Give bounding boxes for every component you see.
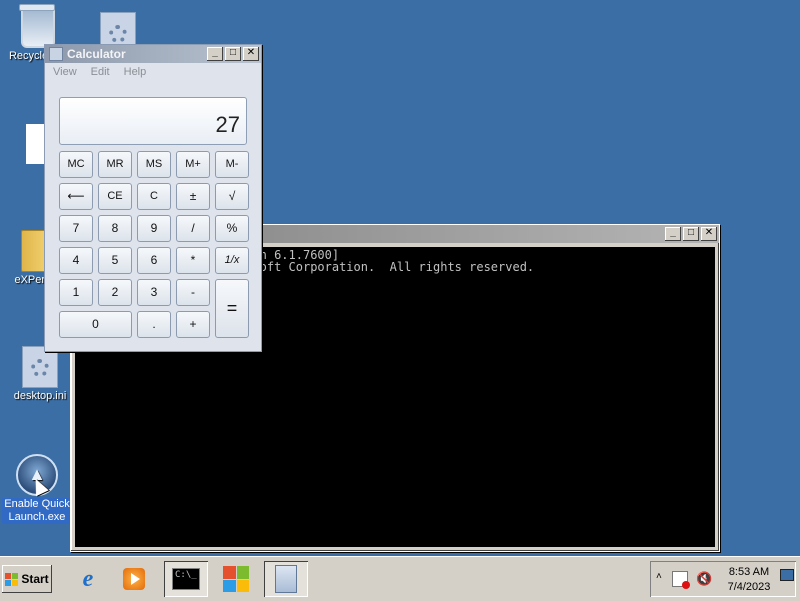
internet-explorer-icon: e <box>82 565 94 592</box>
recycle-bin-icon <box>19 4 55 48</box>
minimize-button[interactable]: _ <box>207 47 223 61</box>
start-label: Start <box>21 572 49 586</box>
taskbar-media-player[interactable] <box>112 561 156 597</box>
digit-8-button[interactable]: 8 <box>98 215 132 242</box>
digit-6-button[interactable]: 6 <box>137 247 171 274</box>
show-desktop-icon[interactable] <box>780 569 794 581</box>
menu-edit[interactable]: Edit <box>91 66 110 78</box>
windows-flag-icon <box>5 572 19 586</box>
clock[interactable]: 8:53 AM 7/4/2023 <box>720 565 778 595</box>
menu-view[interactable]: View <box>53 66 77 78</box>
show-hidden-icons-icon[interactable]: ˄ <box>656 571 662 582</box>
close-button[interactable]: ✕ <box>243 47 259 61</box>
divide-button[interactable]: / <box>176 215 210 242</box>
windows-logo-icon <box>223 566 249 592</box>
volume-muted-icon[interactable]: 🔇 <box>696 571 712 587</box>
reciprocal-button[interactable]: 1/x <box>215 247 249 274</box>
backspace-button[interactable]: ⟵ <box>59 183 93 210</box>
calculator-menubar: View Edit Help <box>45 63 261 81</box>
taskbar: Start e C:\_ ˄ 🔇 8:53 AM 7/4/2023 <box>0 556 800 601</box>
calculator-titlebar[interactable]: Calculator _ □ ✕ <box>45 45 261 63</box>
calculator-display: 27 <box>59 97 247 145</box>
mc-button[interactable]: MC <box>59 151 93 178</box>
multiply-button[interactable]: * <box>176 247 210 274</box>
digit-4-button[interactable]: 4 <box>59 247 93 274</box>
decimal-button[interactable]: . <box>137 311 171 338</box>
calculator-icon <box>275 565 297 593</box>
digit-2-button[interactable]: 2 <box>98 279 132 306</box>
close-button[interactable]: ✕ <box>701 227 717 241</box>
digit-3-button[interactable]: 3 <box>137 279 171 306</box>
action-center-flag-icon[interactable] <box>672 571 690 589</box>
m-plus-button[interactable]: M+ <box>176 151 210 178</box>
menu-help[interactable]: Help <box>124 66 147 78</box>
calculator-title: Calculator <box>67 47 126 61</box>
desktop-icon-desktop-ini[interactable]: desktop.ini <box>2 346 78 403</box>
desktop-icon-label: Enable Quick Launch.exe <box>2 498 72 524</box>
square-root-button[interactable]: √ <box>215 183 249 210</box>
ce-button[interactable]: CE <box>98 183 132 210</box>
maximize-button[interactable]: □ <box>683 227 699 241</box>
cmd-icon: C:\_ <box>172 568 200 590</box>
equals-button[interactable]: = <box>215 279 249 338</box>
digit-9-button[interactable]: 9 <box>137 215 171 242</box>
calculator-window[interactable]: Calculator _ □ ✕ View Edit Help 27 MC MR… <box>44 44 262 352</box>
digit-1-button[interactable]: 1 <box>59 279 93 306</box>
clock-date: 7/4/2023 <box>727 581 771 593</box>
taskbar-cmd[interactable]: C:\_ <box>164 561 208 597</box>
mr-button[interactable]: MR <box>98 151 132 178</box>
maximize-button[interactable]: □ <box>225 47 241 61</box>
taskbar-internet-explorer[interactable]: e <box>66 561 110 597</box>
percent-button[interactable]: % <box>215 215 249 242</box>
minimize-button[interactable]: _ <box>665 227 681 241</box>
taskbar-calculator[interactable] <box>264 561 308 597</box>
ms-button[interactable]: MS <box>137 151 171 178</box>
digit-0-button[interactable]: 0 <box>59 311 132 338</box>
taskbar-windows-explorer[interactable] <box>214 561 258 597</box>
digit-5-button[interactable]: 5 <box>98 247 132 274</box>
plus-minus-button[interactable]: ± <box>176 183 210 210</box>
calculator-app-icon <box>49 47 63 61</box>
add-button[interactable]: + <box>176 311 210 338</box>
subtract-button[interactable]: - <box>176 279 210 306</box>
media-player-icon <box>123 568 145 590</box>
settings-file-icon <box>22 346 58 388</box>
system-tray: ˄ 🔇 8:53 AM 7/4/2023 <box>650 561 796 597</box>
desktop-icon-label: desktop.ini <box>13 390 67 402</box>
clock-time: 8:53 AM <box>728 566 770 578</box>
digit-7-button[interactable]: 7 <box>59 215 93 242</box>
start-button[interactable]: Start <box>2 565 52 593</box>
m-minus-button[interactable]: M- <box>215 151 249 178</box>
clear-button[interactable]: C <box>137 183 171 210</box>
